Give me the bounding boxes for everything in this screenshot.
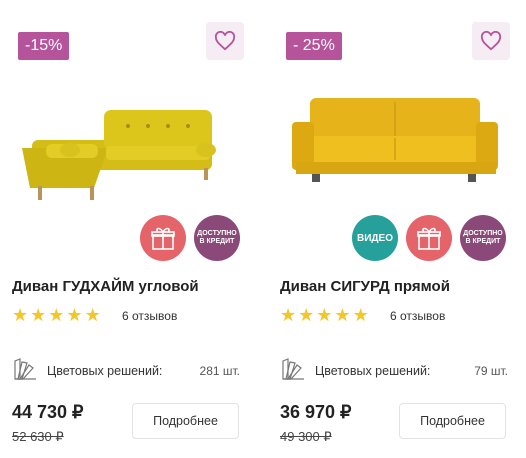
star-icon: ★ <box>316 305 333 325</box>
colors-label: Цветовых решений: <box>315 364 431 378</box>
heart-icon <box>480 31 502 51</box>
product-title[interactable]: Диван ГУДХАЙМ угловой <box>12 278 199 295</box>
star-icon: ★ <box>280 305 297 325</box>
colors-label: Цветовых решений: <box>47 364 163 378</box>
current-price: 44 730 ₽ <box>12 402 84 422</box>
star-icon: ★ <box>84 305 101 325</box>
credit-badge-line2: В КРЕДИТ <box>465 238 501 245</box>
rating-stars: ★ ★ ★ ★ ★ <box>12 306 101 324</box>
credit-badge[interactable]: ДОСТУПНО В КРЕДИТ <box>194 215 240 261</box>
credit-badge-line1: ДОСТУПНО <box>463 230 503 237</box>
rating-stars: ★ ★ ★ ★ ★ <box>280 306 369 324</box>
product-card-sigurd[interactable]: - 25% ВИДЕО ДОСТУПНО В КРЕДИТ Диван СИГУ… <box>276 0 526 458</box>
palette-icon <box>282 358 304 380</box>
credit-badge[interactable]: ДОСТУПНО В КРЕДИТ <box>460 215 506 261</box>
gift-icon <box>417 227 441 250</box>
star-icon: ★ <box>298 305 315 325</box>
star-icon: ★ <box>12 305 29 325</box>
gift-badge[interactable] <box>140 215 186 261</box>
gift-icon <box>151 227 175 250</box>
palette-icon <box>14 358 36 380</box>
star-icon: ★ <box>352 305 369 325</box>
colors-count: 281 шт. <box>199 364 240 378</box>
old-price: 49 300 ₽ <box>280 429 332 444</box>
product-card-gudhaim[interactable]: -15% ДОСТУПНО В КРЕДИТ Диван ГУДХАЙМ угл… <box>8 0 258 458</box>
reviews-link[interactable]: 6 отзывов <box>390 309 445 323</box>
gift-badge[interactable] <box>406 215 452 261</box>
discount-badge: - 25% <box>286 32 342 60</box>
star-icon: ★ <box>66 305 83 325</box>
details-button[interactable]: Подробнее <box>399 403 506 439</box>
old-price: 52 630 ₽ <box>12 429 64 444</box>
current-price: 36 970 ₽ <box>280 402 352 422</box>
color-options: Цветовых решений: 281 шт. <box>12 356 240 382</box>
star-icon: ★ <box>334 305 351 325</box>
star-icon: ★ <box>30 305 47 325</box>
details-button[interactable]: Подробнее <box>132 403 239 439</box>
star-icon: ★ <box>48 305 65 325</box>
product-title[interactable]: Диван СИГУРД прямой <box>280 278 450 295</box>
colors-count: 79 шт. <box>474 364 508 378</box>
favorite-button[interactable] <box>206 22 244 60</box>
discount-badge: -15% <box>18 32 70 60</box>
heart-icon <box>214 31 236 51</box>
color-options: Цветовых решений: 79 шт. <box>280 356 508 382</box>
video-badge[interactable]: ВИДЕО <box>352 215 398 261</box>
credit-badge-line1: ДОСТУПНО <box>197 230 237 237</box>
reviews-link[interactable]: 6 отзывов <box>122 309 177 323</box>
credit-badge-line2: В КРЕДИТ <box>199 238 235 245</box>
favorite-button[interactable] <box>472 22 510 60</box>
